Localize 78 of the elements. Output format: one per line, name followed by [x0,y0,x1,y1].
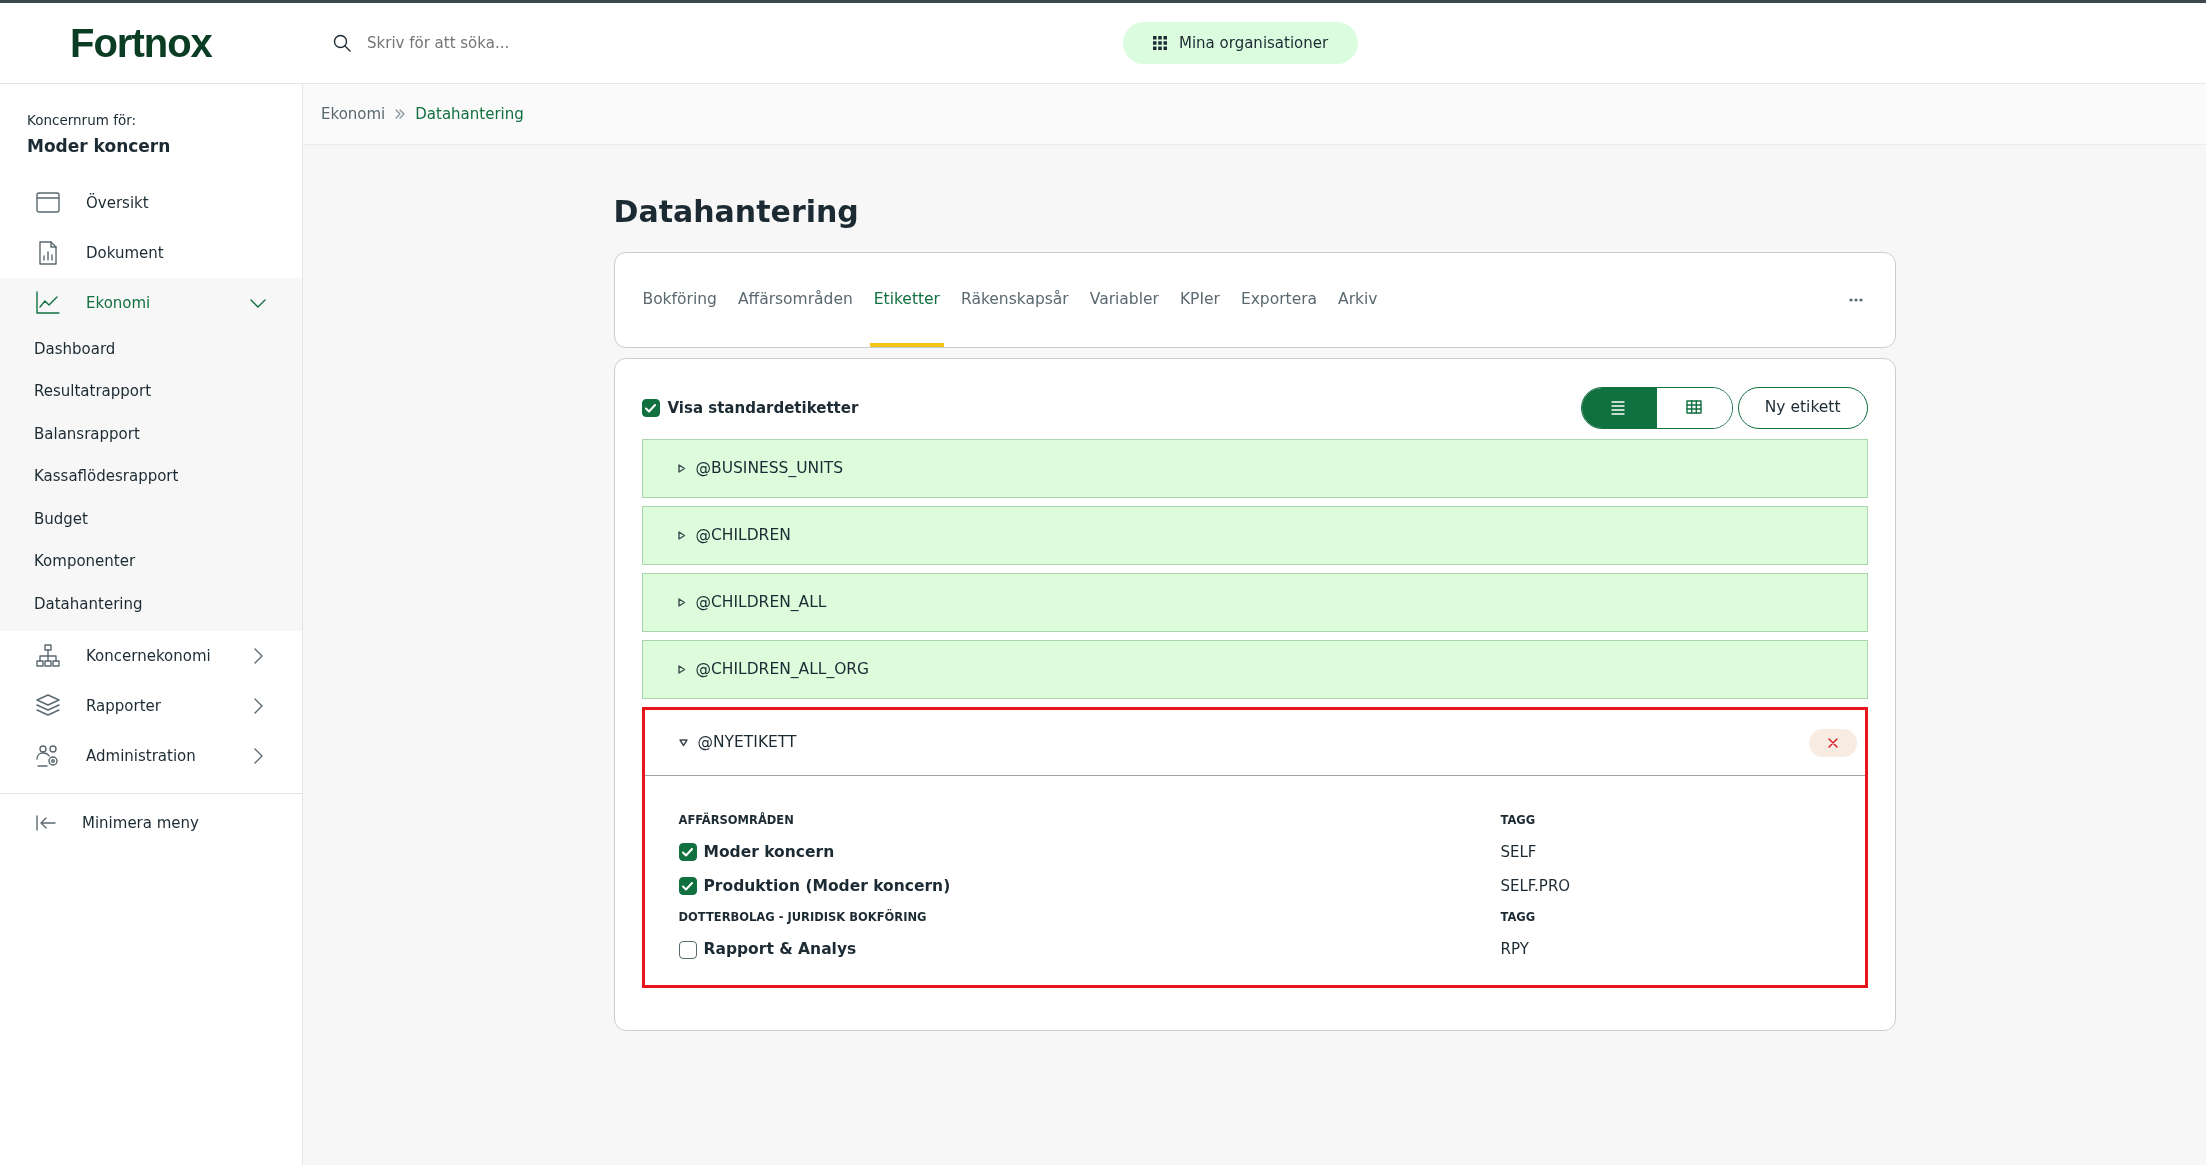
tag-text: SELF.PRO [1500,876,1571,897]
collapse-arrow-icon [36,815,56,832]
hierarchy-icon [36,644,60,669]
layers-icon [36,694,60,719]
sidebar-subitem[interactable]: Kassaflödesrapport [0,455,302,498]
checkbox-label: Moder koncern [703,841,835,863]
document-chart-icon [36,240,60,265]
tag-text: SELF [1500,842,1537,863]
tab[interactable]: Räkenskapsår [956,253,1073,347]
sidebar-item[interactable]: Översikt [0,177,302,228]
users-gear-icon [36,744,60,769]
sidebar-subitem[interactable]: Balansrapport [0,412,302,456]
view-toggle-button[interactable] [1581,388,1657,428]
sidebar-subitem[interactable]: Budget [0,497,302,541]
column-header: AFFÄRSOMRÅDEN [678,811,795,829]
page-title: Datahantering [613,193,860,231]
triangle-right-icon [676,464,686,473]
collapse-menu-button[interactable]: Minimera meny [0,798,302,849]
organizations-button[interactable]: Mina organisationer [1123,22,1359,64]
checkbox-label: Produktion (Moder koncern) [703,875,951,897]
tab[interactable]: Etiketter [869,253,944,347]
close-icon [1827,737,1838,748]
label-row[interactable]: @CHILDREN [641,506,1868,565]
sidebar-subitem[interactable]: Komponenter [0,540,302,583]
breadcrumb-link[interactable]: Datahantering [415,102,524,126]
tag-text: RPY [1500,939,1529,961]
breadcrumb-separator-icon [395,109,406,119]
sidebar-caption: Koncernrum för: [26,111,137,130]
sidebar-subitem[interactable]: Datahantering [0,582,302,626]
sidebar-item[interactable]: Rapporter [0,681,302,732]
more-icon [1848,298,1863,303]
tab[interactable]: Variabler [1085,253,1163,347]
sidebar-item[interactable]: Dokument [0,227,302,278]
tab[interactable]: KPIer [1175,253,1224,347]
label-name[interactable]: @NYETIKETT [697,730,797,755]
checkbox-label: Visa standardetiketter [667,397,859,419]
logo[interactable]: Fortnox [0,13,303,73]
sidebar-item[interactable]: Ekonomi [0,277,302,328]
checkmark-icon [682,881,693,891]
column-header: DOTTERBOLAG - JURIDISK BOKFÖRING [678,908,928,927]
checkbox[interactable] [678,843,697,862]
remove-button[interactable] [1808,728,1857,757]
label-name: @BUSINESS_UNITS [695,457,844,479]
table-view-icon [1686,400,1703,416]
label-row[interactable]: @CHILDREN_ALL_ORG [641,640,1868,699]
sidebar-item[interactable]: Administration [0,731,302,782]
checkbox-label: Rapport & Analys [703,938,857,960]
window-icon [36,190,60,215]
triangle-right-icon [676,598,686,607]
label-name: @CHILDREN_ALL_ORG [695,658,870,680]
list-view-icon [1611,400,1628,416]
tab[interactable]: Arkiv [1334,253,1382,347]
checkbox[interactable] [678,940,697,959]
organization-name: Moder koncern [26,135,172,159]
label-name: @CHILDREN [695,524,791,546]
search-icon [333,34,351,52]
grid-icon [1153,36,1167,50]
column-header: TAGG [1500,812,1537,829]
new-label-button[interactable]: Ny etikett [1737,387,1868,429]
breadcrumb-link[interactable]: Ekonomi [321,102,386,126]
checkmark-icon [682,847,693,857]
sidebar-subitem[interactable]: Resultatrapport [0,370,302,413]
column-header: TAGG [1500,909,1537,927]
label-name: @CHILDREN_ALL [695,591,827,613]
sidebar-subitem[interactable]: Dashboard [0,327,302,371]
tab[interactable]: Affärsområden [733,253,857,347]
triangle-down-icon [678,738,688,747]
checkbox[interactable] [678,877,697,896]
label-row[interactable]: @CHILDREN_ALL [641,573,1868,632]
triangle-right-icon [676,665,686,674]
tab[interactable]: Bokföring [638,253,721,347]
checkmark-icon [645,403,656,413]
tab[interactable]: Exportera [1236,253,1322,347]
label-row[interactable]: @BUSINESS_UNITS [641,439,1868,498]
triangle-right-icon [676,531,686,540]
line-chart-icon [36,290,60,315]
checkbox[interactable] [641,399,660,417]
sidebar-item[interactable]: Koncernekonomi [0,631,302,682]
